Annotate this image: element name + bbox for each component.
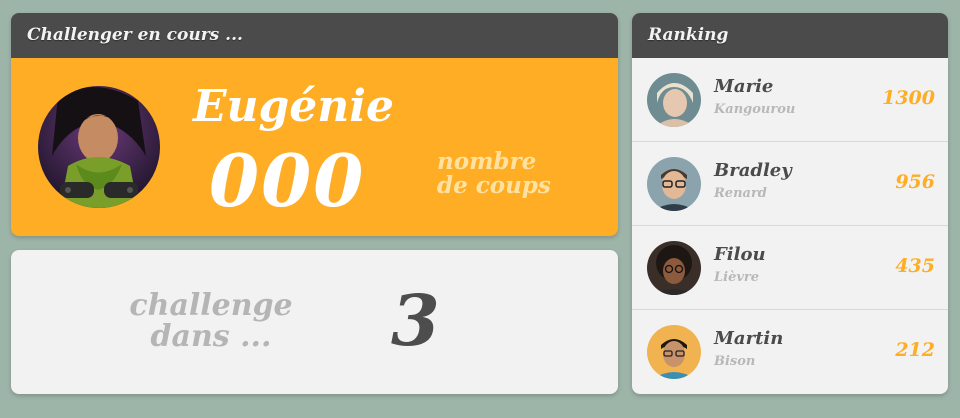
ranking-player-score: 956 <box>895 171 935 193</box>
countdown-label-line1: challenge <box>129 288 293 323</box>
challenger-score: 000 <box>209 138 366 223</box>
player-photo-icon <box>647 73 701 127</box>
ranking-player-animal: Bison <box>714 354 756 369</box>
player-photo-icon <box>647 325 701 379</box>
player-photo-icon <box>647 241 701 295</box>
countdown-number: 3 <box>391 279 440 362</box>
ranking-player-score: 1300 <box>882 87 935 109</box>
challenger-name: Eugénie <box>193 81 394 132</box>
ranking-avatar <box>647 325 701 379</box>
score-label-line2: de coups <box>437 172 551 199</box>
ranking-avatar <box>647 241 701 295</box>
ranking-item[interactable]: Bradley Renard 956 <box>632 142 948 226</box>
ranking-player-score: 435 <box>895 255 935 277</box>
countdown-panel: challenge dans ... 3 <box>11 250 618 394</box>
ranking-list: Marie Kangourou 1300 Bradley Renard 956 <box>632 58 948 394</box>
countdown-label: challenge dans ... <box>111 290 311 352</box>
score-label: nombre de coups <box>437 150 587 198</box>
ranking-player-score: 212 <box>895 339 935 361</box>
ranking-player-animal: Kangourou <box>714 102 796 117</box>
player-photo-icon <box>647 157 701 211</box>
ranking-avatar <box>647 73 701 127</box>
ranking-player-name: Bradley <box>714 160 792 181</box>
ranking-item[interactable]: Marie Kangourou 1300 <box>632 58 948 142</box>
ranking-player-animal: Renard <box>714 186 767 201</box>
countdown-label-line2: dans ... <box>150 319 272 354</box>
score-label-line1: nombre <box>437 148 537 175</box>
ranking-player-name: Martin <box>714 328 784 349</box>
challenger-body: Eugénie 000 nombre de coups <box>11 58 618 236</box>
challenger-photo-icon <box>38 86 160 208</box>
ranking-item[interactable]: Filou Lièvre 435 <box>632 226 948 310</box>
challenger-avatar <box>38 86 160 208</box>
ranking-player-animal: Lièvre <box>714 270 760 285</box>
ranking-avatar <box>647 157 701 211</box>
current-challenger-panel: Challenger en cours ... Eugénie 000 nomb… <box>11 13 618 236</box>
ranking-item[interactable]: Martin Bison 212 <box>632 310 948 394</box>
ranking-panel: Ranking Marie Kangourou 1300 Bradley Ren… <box>632 13 948 394</box>
challenger-header: Challenger en cours ... <box>11 13 618 58</box>
ranking-player-name: Filou <box>714 244 766 265</box>
ranking-player-name: Marie <box>714 76 774 97</box>
ranking-header: Ranking <box>632 13 948 58</box>
